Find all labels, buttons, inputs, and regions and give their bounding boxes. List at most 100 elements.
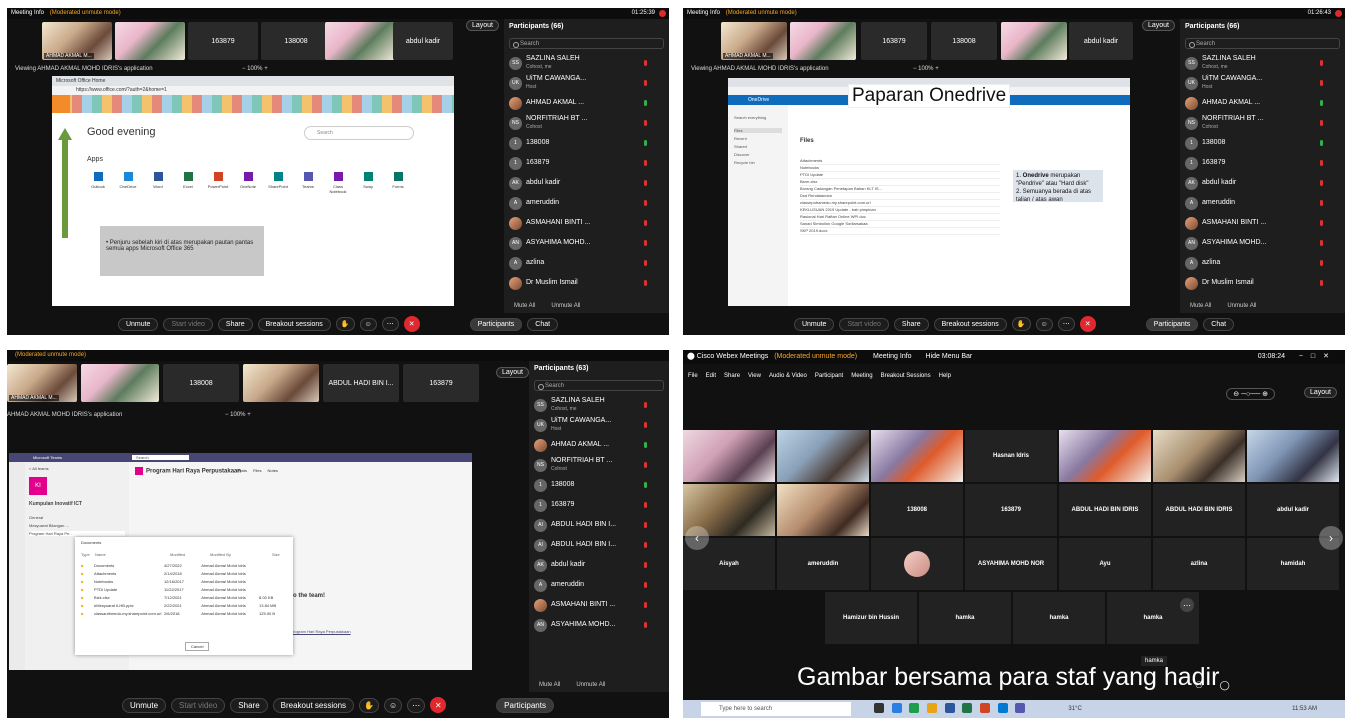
hide-menu-bar[interactable]: Hide Menu Bar xyxy=(926,353,973,360)
file-row[interactable]: Notebooks xyxy=(800,165,1000,172)
reactions-icon[interactable]: ☺ xyxy=(1035,317,1053,331)
app-icon[interactable] xyxy=(944,703,955,713)
app-powerpoint[interactable]: PowerPoint xyxy=(207,172,229,194)
participant-item[interactable]: UK UiTM CAWANGA... Host xyxy=(504,73,669,93)
leave-icon[interactable]: ✕ xyxy=(430,697,447,713)
participant-tile[interactable] xyxy=(683,430,775,482)
app-sharepoint[interactable]: SharePoint xyxy=(267,172,289,194)
mic-icon[interactable] xyxy=(644,100,647,106)
participant-item[interactable]: Dr Muslim Ismail xyxy=(504,273,669,293)
video-thumb[interactable] xyxy=(1001,22,1067,60)
file-row[interactable]: PTDI Update xyxy=(800,172,1000,179)
document-row[interactable]: ■ classauthmedu-my.sharepoint.com.url 2/6/… xyxy=(75,609,293,617)
participants-button[interactable]: Participants xyxy=(496,697,554,713)
mic-icon[interactable] xyxy=(644,542,647,548)
participant-tile[interactable]: ABDUL HADI BIN IDRIS xyxy=(1153,484,1245,536)
participant-item[interactable]: Aameruddin xyxy=(1180,193,1345,213)
mute-all-button[interactable]: Mute All xyxy=(539,682,560,688)
leave-icon[interactable]: ✕ xyxy=(403,316,420,332)
cancel-button[interactable]: Cancel xyxy=(185,642,210,651)
participant-item[interactable]: Dr Muslim Ismail xyxy=(1180,273,1345,293)
video-thumb[interactable]: ABDUL HADI BIN I... xyxy=(323,364,399,402)
menu-help[interactable]: Help xyxy=(939,370,951,382)
participant-item[interactable]: AN ASYAHIMA MOHD... xyxy=(529,615,669,635)
mic-icon[interactable] xyxy=(1320,200,1323,206)
app-icon[interactable] xyxy=(997,703,1008,713)
app-icon[interactable] xyxy=(962,703,973,713)
mic-icon[interactable] xyxy=(1320,100,1323,106)
start-video-button[interactable]: Start video xyxy=(839,317,889,331)
mic-icon[interactable] xyxy=(1320,220,1323,226)
participant-tile[interactable] xyxy=(777,430,869,482)
app-teams[interactable]: Teams xyxy=(297,172,319,194)
unmute-all-button[interactable]: Unmute All xyxy=(1227,303,1256,309)
file-row[interactable]: Dsd Rendalandon xyxy=(800,193,1000,200)
video-thumb[interactable]: abdul kadir xyxy=(1069,22,1133,60)
participant-item[interactable]: 1 163879 xyxy=(529,495,669,515)
mic-icon[interactable] xyxy=(1320,180,1323,186)
more-icon[interactable]: ⋯ xyxy=(1057,317,1075,331)
participant-item[interactable]: 1 163879 xyxy=(1180,153,1345,173)
participant-item[interactable]: ASMAHANI BINTI ... xyxy=(1180,213,1345,233)
meeting-info-link[interactable]: Meeting Info xyxy=(11,10,44,16)
mic-icon[interactable] xyxy=(1320,160,1323,166)
mic-icon[interactable] xyxy=(1320,260,1323,266)
app-icon[interactable] xyxy=(874,703,884,713)
file-row[interactable]: SKP 2019.docx xyxy=(800,228,1000,235)
program-link[interactable]: program Hari Raya Perpustakaan xyxy=(291,629,351,634)
document-row[interactable]: ■ Notebooks 12/16/2017 Ahmad Akmal Mohd Idr… xyxy=(75,577,293,585)
menu-view[interactable]: View xyxy=(748,370,761,382)
more-icon[interactable]: ⋯ xyxy=(407,697,426,713)
mic-icon[interactable] xyxy=(644,260,647,266)
participant-item[interactable]: NS NORFITRIAH BT ... Cohost xyxy=(1180,113,1345,133)
participant-item[interactable]: Aameruddin xyxy=(529,575,669,595)
file-row[interactable]: Rasional Hari Raftan Online WPI.doc xyxy=(800,214,1000,221)
participant-tile[interactable] xyxy=(1247,430,1339,482)
video-thumb[interactable] xyxy=(243,364,319,402)
app-excel[interactable]: Excel xyxy=(177,172,199,194)
participant-item[interactable]: 1 163879 xyxy=(504,153,669,173)
mic-icon[interactable] xyxy=(644,482,647,488)
chat-button[interactable]: Chat xyxy=(1203,317,1235,331)
participant-item[interactable]: AN ASYAHIMA MOHD... xyxy=(504,233,669,253)
app-onedrive[interactable]: OneDrive xyxy=(117,172,139,194)
file-row[interactable]: Attachments xyxy=(800,158,1000,165)
more-icon[interactable]: ⋯ xyxy=(381,317,399,331)
participant-tile[interactable] xyxy=(871,538,963,590)
channel-general[interactable]: General xyxy=(29,515,125,520)
share-button[interactable]: Share xyxy=(230,697,268,713)
channel-item[interactable]: Program Hari Raya Pe... xyxy=(29,531,125,536)
video-thumb[interactable]: 163879 xyxy=(861,22,927,60)
unmute-all-button[interactable]: Unmute All xyxy=(576,682,605,688)
video-thumb[interactable]: 138008 xyxy=(261,22,331,60)
taskbar-search[interactable]: Type here to search xyxy=(701,702,851,716)
mic-icon[interactable] xyxy=(644,140,647,146)
unmute-button[interactable]: Unmute xyxy=(117,317,159,331)
mic-icon[interactable] xyxy=(644,462,647,468)
participant-item[interactable]: SS SAZLINA SALEH Cohost, me xyxy=(504,53,669,73)
video-thumb[interactable]: AHMAD AKMAL M... xyxy=(7,364,77,402)
participant-tile[interactable]: hamka xyxy=(1013,592,1105,644)
unmute-all-button[interactable]: Unmute All xyxy=(551,303,580,309)
nav-shared[interactable]: Shared xyxy=(734,144,782,149)
mic-icon[interactable] xyxy=(644,120,647,126)
raise-hand-icon[interactable]: ✋ xyxy=(335,317,355,331)
mute-all-button[interactable]: Mute All xyxy=(1190,303,1211,309)
participant-item[interactable]: ASMAHANI BINTI ... xyxy=(504,213,669,233)
mic-icon[interactable] xyxy=(644,582,647,588)
zoom-level[interactable]: − 100% + xyxy=(913,66,939,72)
reactions-icon[interactable]: ☺ xyxy=(384,697,403,713)
app-icon[interactable] xyxy=(891,703,902,713)
leave-icon[interactable]: ✕ xyxy=(1079,316,1096,332)
people-icon[interactable]: ⚇ xyxy=(1195,680,1203,690)
mic-icon[interactable] xyxy=(1320,280,1323,286)
participant-item[interactable]: AK abdul kadir xyxy=(1180,173,1345,193)
menu-breakout[interactable]: Breakout Sessions xyxy=(881,370,931,382)
document-row[interactable]: ■ Attachments 2/14/2018 Ahmad Akmal Mohd Id… xyxy=(75,569,293,577)
document-row[interactable]: ■ eMesyuarat ILHB.pptx 2/22/2021 Ahmad Akma… xyxy=(75,601,293,609)
mic-icon[interactable] xyxy=(1320,140,1323,146)
meeting-info-link[interactable]: Meeting Info xyxy=(873,353,912,360)
window-controls[interactable]: −□✕ xyxy=(1299,350,1337,364)
participant-item[interactable]: UK UiTM CAWANGA... Host xyxy=(1180,73,1345,93)
app-outlook[interactable]: Outlook xyxy=(87,172,109,194)
